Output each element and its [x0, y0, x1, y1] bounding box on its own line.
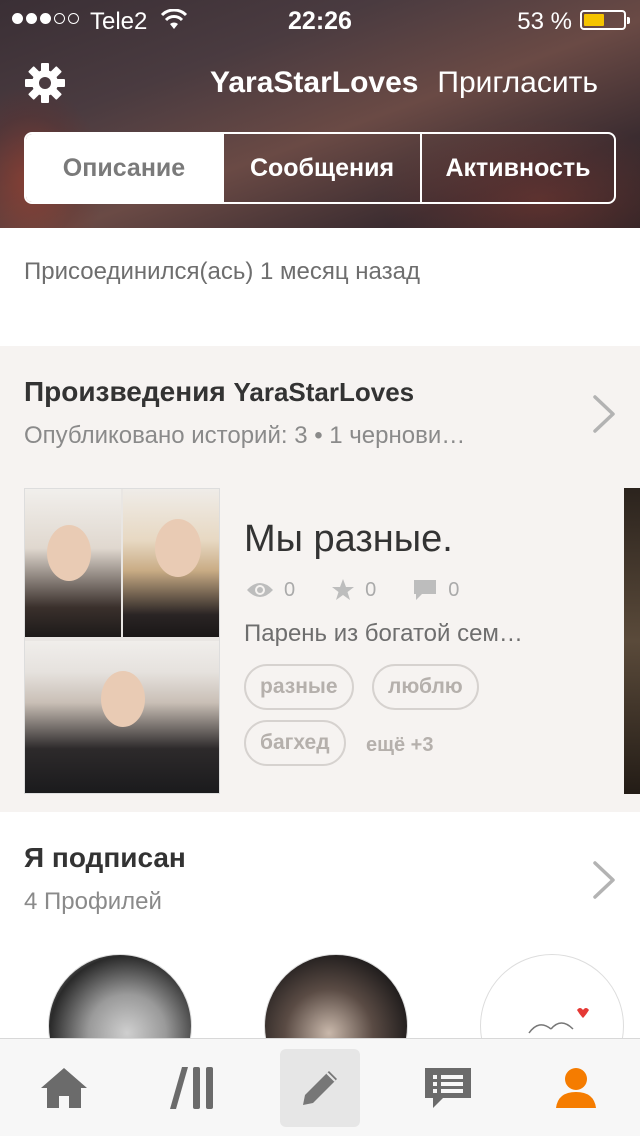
views-count: 0	[284, 578, 296, 601]
profile-tabs: Описание Сообщения Активность	[24, 132, 616, 204]
tag-chip[interactable]: разные	[244, 664, 354, 710]
works-title-prefix: Произведения	[24, 376, 226, 407]
battery-icon	[580, 10, 630, 30]
tag-chip[interactable]: багхед	[244, 720, 346, 766]
profile-icon	[556, 1068, 596, 1108]
home-icon	[41, 1068, 87, 1108]
star-icon	[332, 579, 355, 600]
tab-home[interactable]	[24, 1049, 104, 1127]
tag-chip[interactable]: люблю	[372, 664, 479, 710]
tab-write[interactable]	[280, 1049, 360, 1127]
story-title[interactable]: Мы разные.	[244, 518, 453, 561]
comments-stat: 0	[412, 578, 459, 602]
library-icon	[170, 1067, 213, 1109]
comments-count: 0	[448, 578, 460, 601]
following-count: 4 Профилей	[24, 888, 162, 915]
following-section: Я подписан 4 Профилей	[0, 812, 640, 1098]
works-title[interactable]: Произведения YaraStarLoves	[24, 376, 414, 408]
following-title[interactable]: Я подписан	[24, 842, 186, 874]
works-title-user: YaraStarLoves	[233, 377, 415, 407]
tab-messages[interactable]	[408, 1049, 488, 1127]
gear-icon[interactable]	[24, 62, 66, 109]
tab-library[interactable]	[152, 1049, 232, 1127]
story-description: Парень из богатой сем…	[244, 620, 523, 647]
works-section: Произведения YaraStarLoves Опубликовано …	[0, 346, 640, 812]
story-cover[interactable]	[24, 488, 220, 794]
views-stat: 0	[246, 579, 295, 602]
tab-activity[interactable]: Активность	[420, 134, 614, 202]
next-story-cover[interactable]	[624, 488, 640, 794]
tab-bar	[0, 1038, 640, 1136]
joined-date: Присоединился(ась) 1 месяц назад	[24, 258, 420, 285]
eye-icon	[247, 583, 273, 597]
chevron-right-icon[interactable]	[592, 860, 616, 905]
status-bar: Tele2 22:26 53 %	[0, 0, 640, 40]
story-stats: 0 0 0	[246, 578, 495, 602]
comment-icon	[414, 580, 437, 600]
more-tags[interactable]: ещё +3	[366, 734, 433, 757]
battery-percent: 53 %	[517, 8, 572, 35]
invite-button[interactable]: Пригласить	[437, 66, 598, 100]
messages-icon	[425, 1068, 471, 1108]
tab-profile[interactable]	[536, 1049, 616, 1127]
profile-username: YaraStarLoves	[210, 66, 419, 99]
write-pencil-icon	[303, 1071, 337, 1105]
tab-messages[interactable]: Сообщения	[222, 134, 420, 202]
chevron-right-icon[interactable]	[592, 394, 616, 439]
votes-count: 0	[365, 578, 377, 601]
profile-header: Tele2 22:26 53 % YaraStarLoves Пригласит…	[0, 0, 640, 228]
tab-description[interactable]: Описание	[26, 134, 222, 202]
votes-stat: 0	[331, 578, 376, 602]
works-subtitle: Опубликовано историй: 3 • 1 чернови…	[24, 422, 466, 449]
